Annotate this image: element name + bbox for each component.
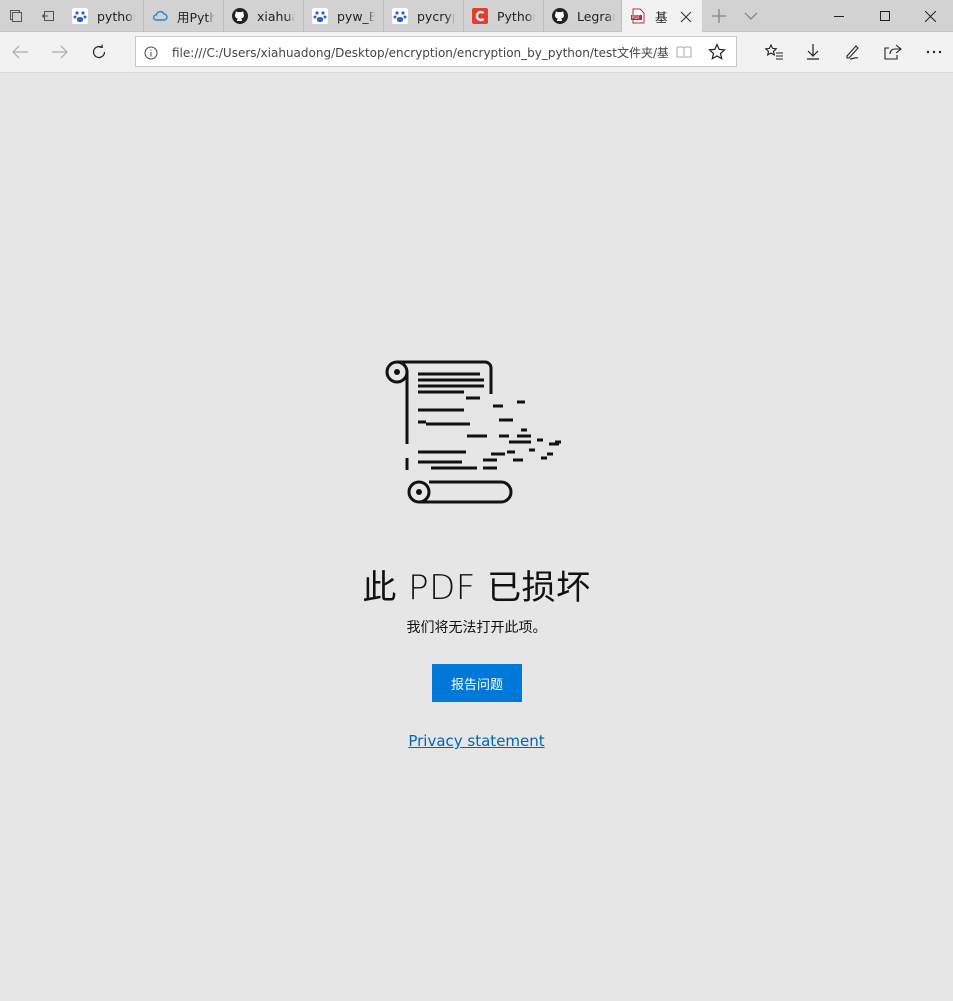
github-icon [552,8,568,24]
tab-strip: pythor 用Pyth xiahua pyw_E pycryp Pythor [0,0,953,32]
info-icon[interactable] [144,45,158,60]
refresh-button[interactable] [83,36,115,68]
tab-1[interactable]: pythor [64,0,144,32]
tab-title: Pythor [497,8,535,24]
tab-8-active[interactable]: PDF 基 [622,0,702,32]
add-notes-pen-icon[interactable] [837,36,869,68]
maximize-button[interactable] [862,0,908,32]
tab-3[interactable]: xiahua [224,0,304,32]
corrupted-scroll-illustration [383,358,573,506]
baidu-paw-icon [392,8,408,24]
privacy-statement: Privacy statement [0,732,953,750]
tab-4[interactable]: pyw_E [304,0,384,32]
tab-title: pyw_E [337,8,375,24]
tab-title: xiahua [257,8,295,24]
tab-2[interactable]: 用Pyth [144,0,224,32]
tab-title: Legrar [577,8,615,24]
url-text[interactable]: file:///C:/Users/xiahuadong/Desktop/encr… [172,44,668,61]
address-bar[interactable]: file:///C:/Users/xiahuadong/Desktop/encr… [135,36,737,67]
add-favorite-star-icon[interactable] [708,43,726,65]
baidu-paw-icon [312,8,328,24]
back-button[interactable] [4,36,36,68]
error-title: 此 PDF 已损坏 [362,568,591,608]
close-window-button[interactable] [907,0,953,32]
new-tab-icon[interactable] [703,0,735,32]
share-icon[interactable] [877,36,909,68]
tab-title: 基 [655,9,668,25]
navigation-bar: file:///C:/Users/xiahuadong/Desktop/encr… [0,32,953,73]
downloads-icon[interactable] [797,36,829,68]
tab-title: 用Pyth [177,9,215,25]
cloud-icon [152,8,168,24]
forward-button[interactable] [44,36,76,68]
more-menu-icon[interactable] [918,36,950,68]
privacy-statement-link[interactable]: Privacy statement [408,732,544,750]
tab-6[interactable]: Pythor [464,0,544,32]
report-issue-button[interactable]: 报告问题 [432,664,522,702]
reading-view-icon[interactable] [676,44,692,64]
baidu-paw-icon [72,8,88,24]
tab-title: pythor [97,8,135,24]
github-icon [232,8,248,24]
tab-5[interactable]: pycryp [384,0,464,32]
close-tab-icon[interactable] [679,9,693,23]
minimize-button[interactable] [816,0,862,32]
tab-7[interactable]: Legrar [544,0,622,32]
tab-preview-chevron-icon[interactable] [735,0,767,32]
tabs-aside-icon[interactable] [32,0,64,32]
favorites-hub-icon[interactable] [758,36,790,68]
set-aside-tabs-icon[interactable] [0,0,32,32]
pdf-icon: PDF [630,8,646,24]
csdn-c-icon [472,8,488,24]
error-message: 我们将无法打开此项。 [406,620,547,636]
tab-title: pycryp [417,8,455,24]
svg-text:PDF: PDF [632,15,641,20]
